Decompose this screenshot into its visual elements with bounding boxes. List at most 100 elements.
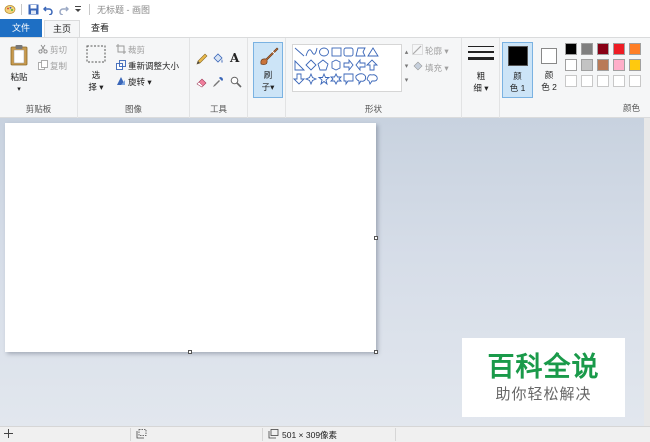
color1-button[interactable]: 颜 色 1 [502, 42, 533, 98]
color-swatch[interactable] [629, 59, 641, 71]
resize-handle-corner[interactable] [374, 350, 378, 354]
outline-button[interactable]: 轮廓 ▾ [412, 44, 449, 57]
fill-label: 填充 ▾ [425, 62, 449, 73]
select-icon [86, 45, 106, 65]
save-icon[interactable] [27, 3, 39, 15]
custom-color-slot[interactable] [597, 75, 609, 87]
image-size-icon [268, 428, 279, 441]
scissors-icon [38, 44, 48, 56]
hexagon-shape-icon [331, 59, 341, 71]
polygon-shape-icon [355, 47, 366, 57]
tools-group: A 工具 [190, 38, 248, 118]
watermark-logo: 百科全说 助你轻松解决 [462, 338, 625, 417]
color1-label-bottom: 色 1 [509, 83, 526, 93]
brushes-group: 刷 子▾ [248, 38, 286, 118]
color2-label-top: 颜 [544, 70, 554, 80]
color-swatch[interactable] [581, 43, 593, 55]
rotate-icon [116, 76, 126, 88]
magnifier-icon[interactable] [230, 76, 242, 90]
brush-icon [258, 45, 280, 69]
five-point-star-shape-icon [317, 72, 331, 86]
tab-file[interactable]: 文件 [0, 19, 42, 37]
resize-icon [116, 60, 126, 72]
brushes-label-bottom: 子▾ [261, 82, 275, 92]
color-swatch[interactable] [613, 59, 625, 71]
resize-label: 重新调整大小 [128, 61, 180, 71]
paste-dropdown-icon[interactable]: ▾ [5, 84, 33, 95]
colors-group-label: 颜色 [622, 103, 640, 113]
tab-home[interactable]: 主页 [44, 20, 80, 37]
selection-size [136, 427, 147, 442]
fill-bucket-icon[interactable] [212, 53, 224, 67]
pentagon-shape-icon [317, 59, 329, 71]
undo-icon[interactable] [42, 3, 54, 15]
resize-handle-right[interactable] [374, 236, 378, 240]
eraser-icon[interactable] [196, 76, 208, 90]
ribbon-tabs: 文件 主页 查看 [0, 18, 650, 37]
shapes-group: ▴ ▾ ▾ 轮廓 ▾ 填充 ▾ 形状 [286, 38, 462, 118]
rounded-rectangle-shape-icon [343, 47, 354, 57]
color-swatch[interactable] [565, 59, 577, 71]
status-divider [262, 428, 263, 441]
color2-button[interactable]: 颜 色 2 [535, 42, 563, 98]
color-swatch[interactable] [613, 43, 625, 55]
select-label-bottom: 择 ▾ [88, 82, 104, 92]
right-arrow-shape-icon [343, 58, 354, 72]
paint-app-icon[interactable] [4, 3, 16, 15]
fill-icon [412, 61, 423, 74]
resize-handle-bottom[interactable] [188, 350, 192, 354]
color-swatch[interactable] [597, 43, 609, 55]
custom-color-slot[interactable] [581, 75, 593, 87]
copy-label: 复制 [50, 61, 68, 71]
redo-icon[interactable] [57, 3, 69, 15]
paste-label: 粘贴 [10, 72, 28, 82]
custom-color-slot[interactable] [613, 75, 625, 87]
custom-color-slot[interactable] [629, 75, 641, 87]
color-swatch[interactable] [629, 43, 641, 55]
left-arrow-shape-icon [355, 58, 366, 72]
select-label-top: 选 [91, 70, 101, 80]
image-group: 选 择 ▾ 裁剪 重新调整大小 旋转 ▾ 图像 [78, 38, 190, 118]
status-divider [395, 428, 396, 441]
rotate-button[interactable]: 旋转 ▾ [116, 76, 152, 88]
copy-button[interactable]: 复制 [38, 60, 67, 72]
watermark-subtitle: 助你轻松解决 [495, 385, 592, 403]
customize-dropdown-icon[interactable] [72, 3, 84, 15]
fill-button[interactable]: 填充 ▾ [412, 61, 449, 74]
size-button[interactable]: 粗 细 ▾ [465, 42, 497, 98]
drawing-canvas[interactable] [5, 123, 376, 352]
color-swatch[interactable] [597, 59, 609, 71]
color-swatch[interactable] [565, 43, 577, 55]
tab-view[interactable]: 查看 [82, 20, 118, 37]
oval-shape-icon [319, 47, 329, 57]
paste-button[interactable]: 粘贴 ▾ [5, 42, 33, 98]
triangle-shape-icon [367, 47, 379, 57]
window-title: 无标题 - 画图 [97, 4, 150, 15]
shapes-gallery[interactable] [292, 44, 402, 92]
color-swatch[interactable] [581, 59, 593, 71]
image-size: 501 × 309像素 [268, 427, 337, 442]
shapes-scroll-icon[interactable]: ▴ ▾ ▾ [403, 46, 410, 88]
vertical-scrollbar[interactable] [644, 118, 650, 426]
select-button[interactable]: 选 择 ▾ [83, 43, 109, 99]
line-width-icon [468, 45, 494, 67]
status-bar: 501 × 309像素 [0, 426, 650, 442]
color1-swatch [508, 46, 528, 66]
up-arrow-shape-icon [365, 59, 379, 71]
curve-shape-icon [305, 47, 318, 57]
cut-button[interactable]: 剪切 [38, 44, 67, 56]
crop-button[interactable]: 裁剪 [116, 44, 145, 56]
custom-color-slot[interactable] [565, 75, 577, 87]
callout-oval-shape-icon [355, 73, 367, 86]
brushes-button[interactable]: 刷 子▾ [253, 42, 283, 98]
copy-icon [38, 60, 48, 72]
color1-label-top: 颜 [513, 71, 522, 81]
color-picker-icon[interactable] [212, 76, 224, 90]
pencil-icon[interactable] [196, 53, 208, 67]
resize-button[interactable]: 重新调整大小 [116, 60, 179, 72]
separator [21, 3, 22, 15]
text-tool-icon[interactable]: A [230, 51, 239, 65]
crop-label: 裁剪 [128, 45, 146, 55]
selection-size-icon [136, 428, 147, 441]
size-label-top: 粗 [476, 71, 486, 81]
